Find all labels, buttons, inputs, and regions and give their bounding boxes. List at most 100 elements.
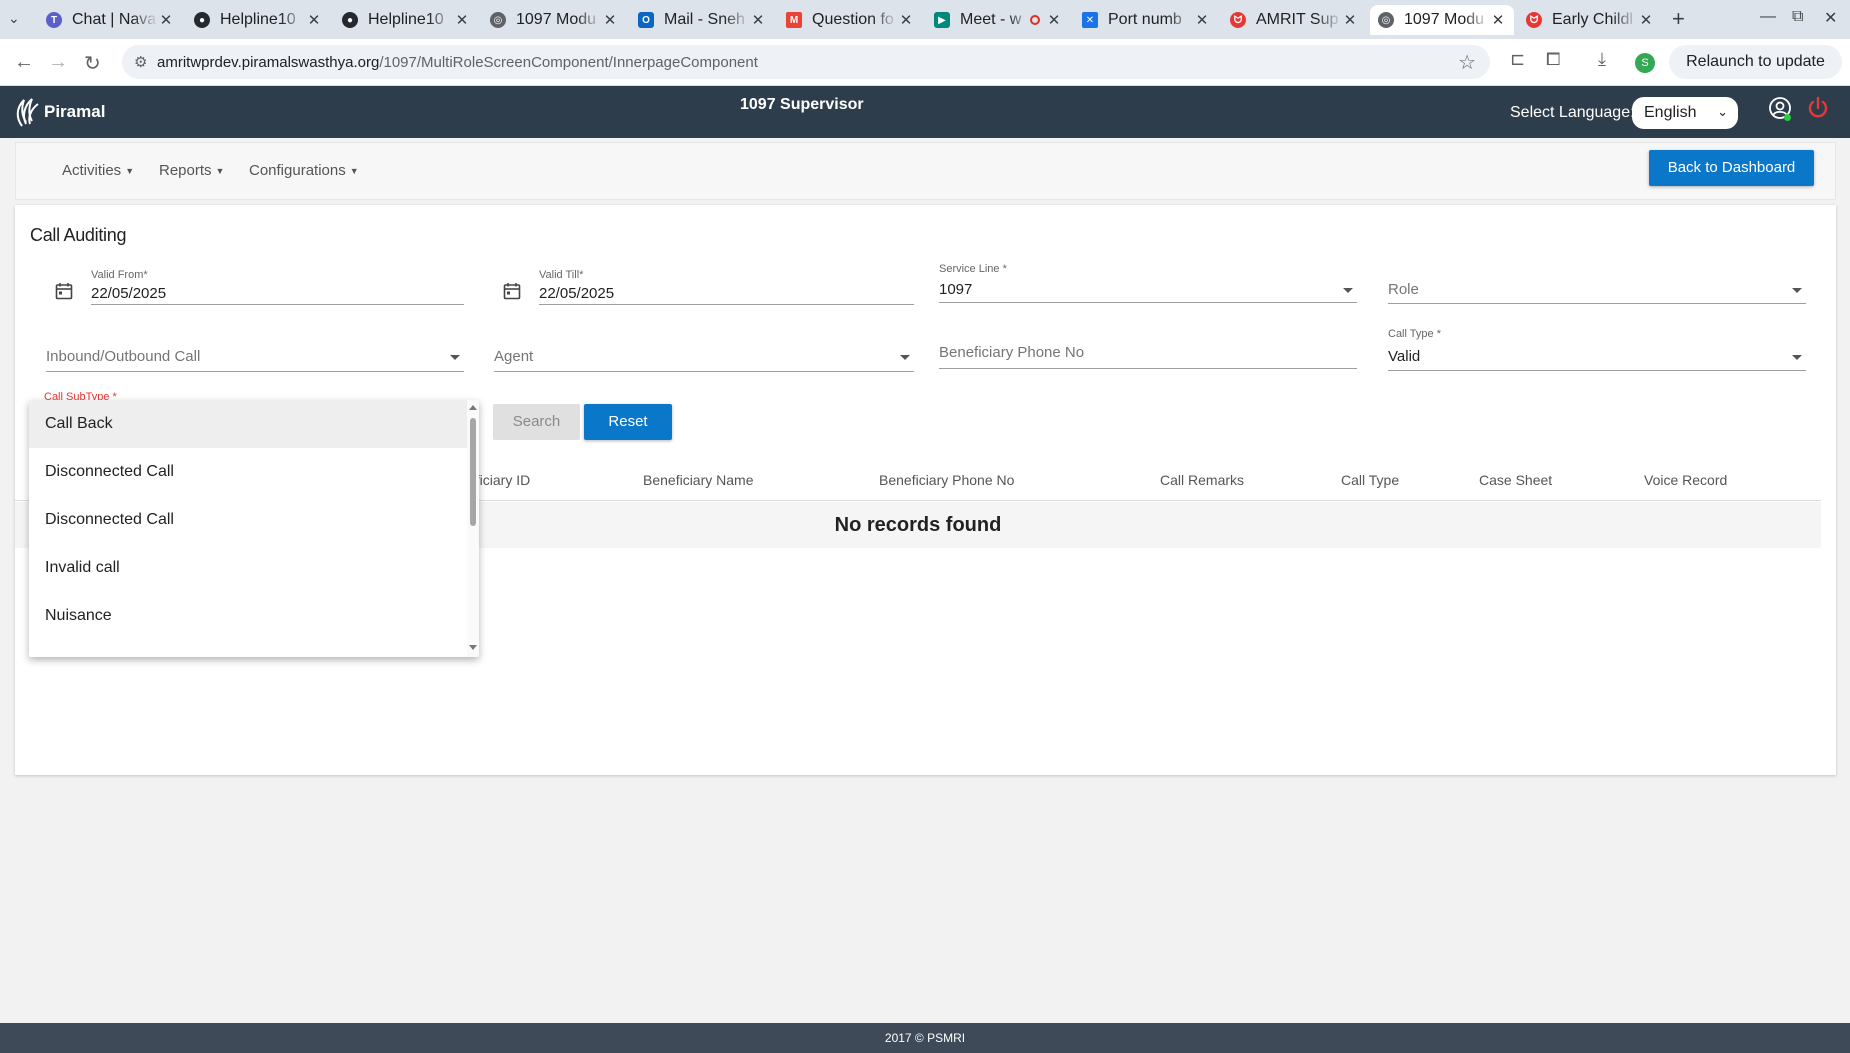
browser-tab[interactable]: O Mail - Sneh ✕ (630, 5, 774, 35)
role-select[interactable]: Role (1388, 257, 1806, 304)
browser-tab[interactable]: ᗢ Early Childl ✕ (1518, 5, 1662, 35)
site-info-icon[interactable]: ⚙ (134, 53, 147, 71)
language-select[interactable]: English ⌄ (1632, 97, 1738, 129)
restore-icon[interactable]: ⧉ (1792, 8, 1803, 26)
tab-title: Meet - w (960, 11, 1022, 28)
caret-down-icon: ▼ (125, 166, 135, 177)
browser-tab[interactable]: M Question fo ✕ (778, 5, 922, 35)
valid-till-label: Valid Till* (539, 269, 584, 281)
browser-tab[interactable]: ✕ Port numb ✕ (1074, 5, 1218, 35)
field-underline (539, 304, 914, 305)
close-window-icon[interactable]: ✕ (1824, 8, 1837, 28)
gmail-icon: M (786, 12, 802, 28)
cast-icon[interactable]: ⊏ (1510, 49, 1525, 70)
reset-button[interactable]: Reset (584, 404, 672, 440)
scroll-down-icon[interactable] (469, 645, 477, 650)
caret-down-icon: ▼ (215, 166, 225, 177)
close-tab-icon[interactable]: ✕ (602, 11, 618, 29)
beneficiary-phone-input[interactable]: Beneficiary Phone No (939, 322, 1357, 369)
field-underline (939, 368, 1357, 369)
calendar-icon[interactable] (503, 282, 521, 300)
agent-select[interactable]: Agent (494, 325, 914, 372)
browser-tab[interactable]: ● Helpline10 ✕ (334, 5, 478, 35)
section-title: Call Auditing (30, 225, 127, 245)
browser-tab[interactable]: ᗢ AMRIT Sup ✕ (1222, 5, 1366, 35)
dropdown-option[interactable]: Disconnected Call (29, 496, 467, 544)
logout-power-icon[interactable] (1806, 96, 1830, 120)
back-to-dashboard-button[interactable]: Back to Dashboard (1649, 150, 1814, 186)
browser-tab-active[interactable]: ◎ 1097 Modu ✕ (1370, 5, 1514, 35)
browser-tab[interactable]: ● Helpline10 ✕ (186, 5, 330, 35)
download-icon[interactable]: ⤓ (1598, 49, 1606, 70)
tab-title: Helpline10 (368, 11, 444, 28)
valid-till-field[interactable]: Valid Till* 22/05/2025 (539, 263, 914, 305)
close-tab-icon[interactable]: ✕ (1638, 11, 1654, 29)
agent-placeholder: Agent (494, 348, 534, 365)
minimize-icon[interactable]: — (1760, 8, 1776, 26)
browser-tab[interactable]: T Chat | Nava ✕ (38, 5, 182, 35)
calendar-icon[interactable] (55, 282, 73, 300)
browser-tab[interactable]: ◎ 1097 Modu ✕ (482, 5, 626, 35)
dropdown-option[interactable]: Nuisance (29, 592, 467, 640)
menu-reports[interactable]: Reports ▼ (159, 162, 224, 179)
close-tab-icon[interactable]: ✕ (1342, 11, 1358, 29)
call-type-select[interactable]: Call Type * Valid (1388, 323, 1806, 371)
field-underline (494, 371, 914, 372)
scrollbar-thumb[interactable] (470, 418, 476, 526)
relaunch-button[interactable]: Relaunch to update (1669, 45, 1842, 79)
address-bar[interactable]: ⚙ amritwprdev.piramalswasthya.org/1097/M… (122, 45, 1490, 79)
field-underline (91, 304, 464, 305)
tab-title: Early Childl (1552, 11, 1633, 28)
piramal-icon: ᗢ (1526, 12, 1542, 28)
globe-icon: ◎ (490, 12, 506, 28)
dropdown-arrow-icon (1343, 288, 1353, 293)
profile-avatar[interactable]: S (1635, 53, 1655, 73)
dropdown-scrollbar[interactable] (467, 400, 479, 657)
close-tab-icon[interactable]: ✕ (1194, 11, 1210, 29)
recording-icon (1030, 15, 1040, 25)
scroll-up-icon[interactable] (469, 405, 477, 410)
call-subtype-dropdown-panel[interactable]: Call Back Disconnected Call Disconnected… (29, 400, 479, 657)
menu-activities[interactable]: Activities ▼ (62, 162, 134, 179)
close-tab-icon[interactable]: ✕ (750, 11, 766, 29)
valid-from-field[interactable]: Valid From* 22/05/2025 (91, 263, 464, 305)
confluence-icon: ✕ (1082, 12, 1098, 28)
url-text: amritwprdev.piramalswasthya.org/1097/Mul… (157, 54, 758, 71)
page-footer: 2017 © PSMRI (0, 1023, 1850, 1053)
app-header: Piramal 1097 Supervisor Select Language:… (0, 86, 1850, 138)
call-type-label: Call Type * (1388, 328, 1441, 340)
close-tab-icon[interactable]: ✕ (306, 11, 322, 29)
tab-title: Question fo (812, 11, 894, 28)
service-line-select[interactable]: Service Line * 1097 (939, 257, 1357, 303)
close-tab-icon[interactable]: ✕ (898, 11, 914, 29)
field-underline (939, 302, 1357, 303)
dropdown-option[interactable]: Disconnected Call (29, 448, 467, 496)
service-line-value: 1097 (939, 281, 973, 298)
bookmark-star-icon[interactable]: ☆ (1458, 50, 1476, 75)
close-tab-icon[interactable]: ✕ (1046, 11, 1062, 29)
valid-from-value: 22/05/2025 (91, 285, 167, 302)
extensions-icon[interactable]: ⧠ (1546, 49, 1560, 70)
close-tab-icon[interactable]: ✕ (454, 11, 470, 29)
column-header: Case Sheet (1479, 472, 1553, 488)
menu-configurations[interactable]: Configurations ▼ (249, 162, 359, 179)
tab-title: Helpline10 (220, 11, 296, 28)
language-label: Select Language: (1510, 104, 1635, 121)
tab-title: Mail - Sneh (664, 11, 745, 28)
reload-icon[interactable]: ↻ (84, 51, 101, 76)
dropdown-arrow-icon (900, 355, 910, 360)
beneficiary-phone-placeholder: Beneficiary Phone No (939, 344, 1085, 361)
close-tab-icon[interactable]: ✕ (1490, 11, 1506, 29)
browser-tab[interactable]: ▶ Meet - w ✕ (926, 5, 1070, 35)
inbound-outbound-select[interactable]: Inbound/Outbound Call (46, 325, 464, 372)
dropdown-option[interactable]: Invalid call (29, 544, 467, 592)
close-tab-icon[interactable]: ✕ (158, 11, 174, 29)
inbound-outbound-placeholder: Inbound/Outbound Call (46, 348, 201, 365)
search-button[interactable]: Search (493, 404, 580, 440)
tab-list-chevron-icon[interactable]: ⌄ (8, 10, 20, 27)
dropdown-option[interactable]: Call Back (29, 400, 467, 448)
dropdown-arrow-icon (1792, 288, 1802, 293)
new-tab-plus-icon[interactable]: + (1672, 6, 1685, 32)
back-arrow-icon[interactable]: ← (14, 51, 34, 74)
forward-arrow-icon[interactable]: → (48, 51, 68, 74)
